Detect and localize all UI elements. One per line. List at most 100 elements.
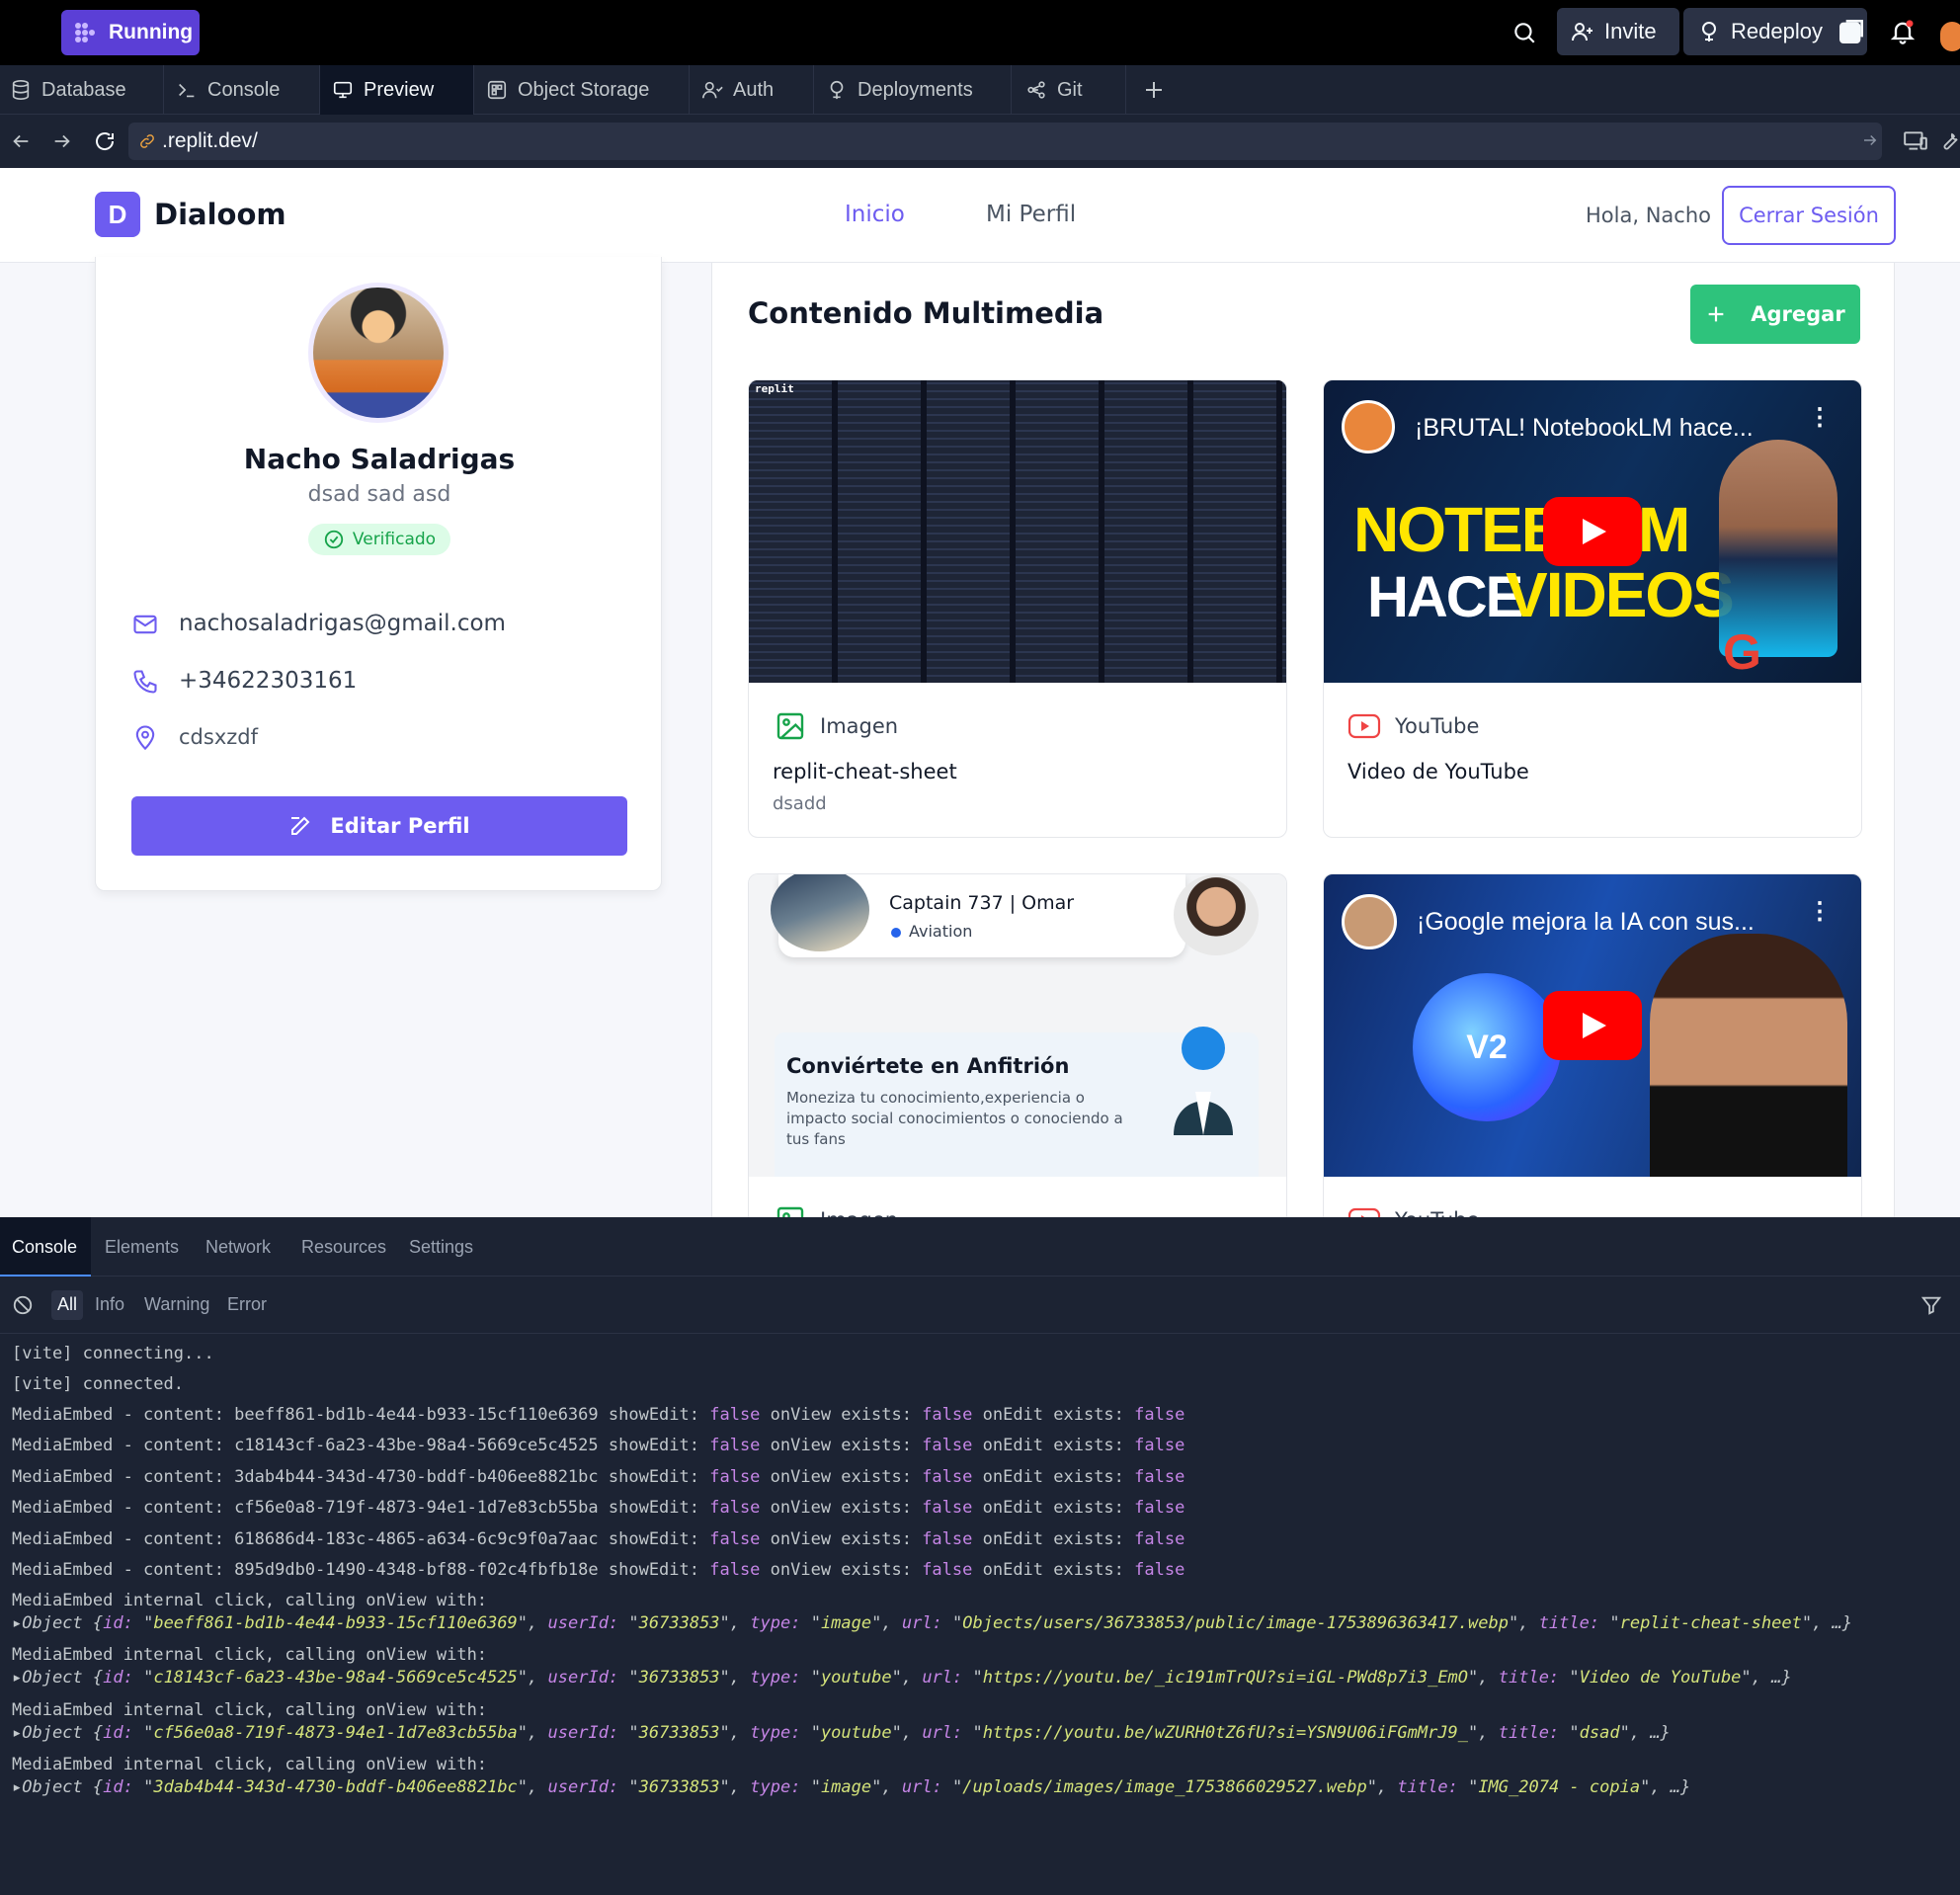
search-icon[interactable]: [1511, 20, 1537, 45]
devtools-tab-resources[interactable]: Resources: [301, 1237, 386, 1258]
location-pin-icon: [131, 723, 159, 751]
log-line: MediaEmbed internal click, calling onVie…: [12, 1755, 488, 1774]
tab-label: Deployments: [858, 78, 973, 101]
youtube-thumbnail[interactable]: ¡Google mejora la IA con sus... ⋮ V2: [1324, 874, 1861, 1177]
tab-auth[interactable]: Auth: [690, 65, 814, 115]
host-promo-thumbnail[interactable]: Captain 737 | Omar Aviation Conviértete …: [749, 874, 1286, 1177]
video-title-overlay: ¡BRUTAL! NotebookLM hace...: [1415, 414, 1754, 442]
log-object[interactable]: ▸Object {id: "c18143cf-6a23-43be-98a4-56…: [12, 1668, 1792, 1688]
tab-object-storage[interactable]: Object Storage: [474, 65, 690, 115]
log-object[interactable]: ▸Object {id: "beeff861-bd1b-4e44-b933-15…: [12, 1613, 1852, 1633]
log-line: MediaEmbed - content: cf56e0a8-719f-4873…: [12, 1498, 1185, 1518]
tab-label: Auth: [733, 78, 775, 101]
go-arrow-icon[interactable]: [1861, 131, 1879, 149]
tab-console[interactable]: Console: [164, 65, 320, 115]
link-icon: [138, 132, 156, 150]
reload-icon[interactable]: [93, 129, 117, 153]
youtube-icon: [1348, 712, 1381, 740]
terminal-icon: [176, 79, 198, 101]
add-tab-icon[interactable]: [1142, 78, 1166, 102]
channel-avatar: [1342, 400, 1395, 453]
invite-button[interactable]: Invite: [1557, 8, 1679, 55]
thumb-replit-label: replit: [755, 382, 794, 395]
media-item-card[interactable]: ¡BRUTAL! NotebookLM hace... ⋮ NOTEBO M H…: [1323, 379, 1862, 838]
add-media-button[interactable]: Agregar: [1690, 285, 1860, 344]
tab-preview[interactable]: Preview: [320, 65, 474, 115]
captain-name: Captain 737 | Omar: [889, 892, 1075, 914]
thumb-headline-2: HACE: [1367, 565, 1523, 629]
log-line: MediaEmbed internal click, calling onVie…: [12, 1700, 488, 1720]
add-user-icon: [1571, 20, 1594, 43]
filter-funnel-icon[interactable]: [1920, 1294, 1942, 1316]
youtube-play-icon[interactable]: [1543, 497, 1642, 566]
log-line: MediaEmbed internal click, calling onVie…: [12, 1645, 488, 1665]
avatar[interactable]: [1940, 22, 1960, 51]
tab-git[interactable]: Git: [1012, 65, 1126, 115]
devices-icon[interactable]: [1903, 128, 1928, 154]
devtools-tab-settings[interactable]: Settings: [409, 1237, 473, 1258]
media-item-card[interactable]: ¡Google mejora la IA con sus... ⋮ V2 You…: [1323, 873, 1862, 1217]
wrench-icon[interactable]: [1938, 128, 1960, 152]
youtube-thumbnail[interactable]: ¡BRUTAL! NotebookLM hace... ⋮ NOTEBO M H…: [1324, 380, 1861, 683]
profile-phone: +34622303161: [179, 668, 358, 694]
git-icon: [1025, 79, 1047, 101]
youtube-icon: [1348, 1206, 1381, 1217]
youtube-play-icon[interactable]: [1543, 991, 1642, 1060]
media-type-label: YouTube: [1395, 1208, 1479, 1217]
log-line: MediaEmbed internal click, calling onVie…: [12, 1591, 488, 1610]
preview-pane: D Dialoom Inicio Mi Perfil Hola, Nacho C…: [0, 168, 1960, 1217]
back-arrow-icon[interactable]: [10, 130, 32, 152]
devtools-tab-network[interactable]: Network: [205, 1237, 271, 1258]
replit-cheat-sheet-thumbnail[interactable]: replit: [749, 380, 1286, 683]
media-item-card[interactable]: replit Imagen replit-cheat-sheet dsadd: [748, 379, 1287, 838]
run-status-button[interactable]: Running: [61, 10, 200, 55]
profile-subtitle: dsad sad asd: [307, 482, 451, 507]
logout-button[interactable]: Cerrar Sesión: [1722, 186, 1896, 245]
more-vertical-icon[interactable]: ⋮: [1808, 406, 1832, 430]
tab-deployments[interactable]: Deployments: [814, 65, 1012, 115]
more-vertical-icon[interactable]: ⋮: [1808, 900, 1832, 924]
notification-bell-icon[interactable]: [1889, 18, 1917, 45]
image-icon: [775, 1204, 806, 1217]
log-object[interactable]: ▸Object {id: "cf56e0a8-719f-4873-94e1-1d…: [12, 1723, 1671, 1743]
filter-info[interactable]: Info: [95, 1294, 124, 1315]
edit-profile-button[interactable]: Editar Perfil: [131, 796, 627, 856]
site-logo[interactable]: D: [95, 192, 140, 237]
site-brand[interactable]: Dialoom: [154, 198, 286, 231]
url-text: .replit.dev/: [162, 129, 258, 152]
nav-link-mi-perfil[interactable]: Mi Perfil: [986, 202, 1076, 227]
profile-location: cdsxzdf: [179, 725, 258, 749]
log-object[interactable]: ▸Object {id: "3dab4b44-343d-4730-bddf-b4…: [12, 1777, 1690, 1797]
devtools-tab-bar: Console Elements Network Resources Setti…: [0, 1217, 1960, 1277]
tab-label: Git: [1057, 78, 1083, 101]
devtools-tab-console[interactable]: Console: [12, 1237, 77, 1258]
console-filter-bar: All Info Warning Error: [0, 1277, 1960, 1334]
browser-url-bar: .replit.dev/: [0, 115, 1960, 168]
url-input[interactable]: .replit.dev/: [128, 123, 1882, 160]
presenter-figure: [1650, 934, 1847, 1177]
tab-label: Database: [41, 78, 126, 101]
google-logo-icon: G: [1723, 624, 1761, 680]
tab-label: Preview: [364, 78, 435, 101]
video-title-overlay: ¡Google mejora la IA con sus...: [1417, 908, 1755, 936]
storage-icon: [486, 79, 508, 101]
monitor-icon: [332, 79, 354, 101]
nav-link-inicio[interactable]: Inicio: [845, 202, 905, 227]
tab-database[interactable]: Database: [0, 65, 164, 115]
filter-error[interactable]: Error: [227, 1294, 267, 1315]
media-item-card[interactable]: Captain 737 | Omar Aviation Conviértete …: [748, 873, 1287, 1217]
run-status-label: Running: [109, 21, 194, 43]
edit-profile-label: Editar Perfil: [330, 814, 470, 838]
deploy-icon: [1697, 20, 1721, 43]
media-type-label: Imagen: [820, 1208, 898, 1217]
filter-all[interactable]: All: [57, 1294, 77, 1315]
clear-console-icon[interactable]: [12, 1294, 34, 1316]
window-toggle-icon[interactable]: [1836, 16, 1867, 47]
site-navbar: D Dialoom Inicio Mi Perfil Hola, Nacho C…: [0, 168, 1960, 263]
filter-warning[interactable]: Warning: [144, 1294, 209, 1315]
forward-arrow-icon[interactable]: [51, 130, 73, 152]
verified-badge: Verificado: [308, 524, 450, 555]
thumb-headline-2b: VIDEOS: [1506, 559, 1735, 630]
devtools-tab-elements[interactable]: Elements: [105, 1237, 179, 1258]
profile-card: Nacho Saladrigas dsad sad asd Verificado…: [95, 257, 662, 891]
